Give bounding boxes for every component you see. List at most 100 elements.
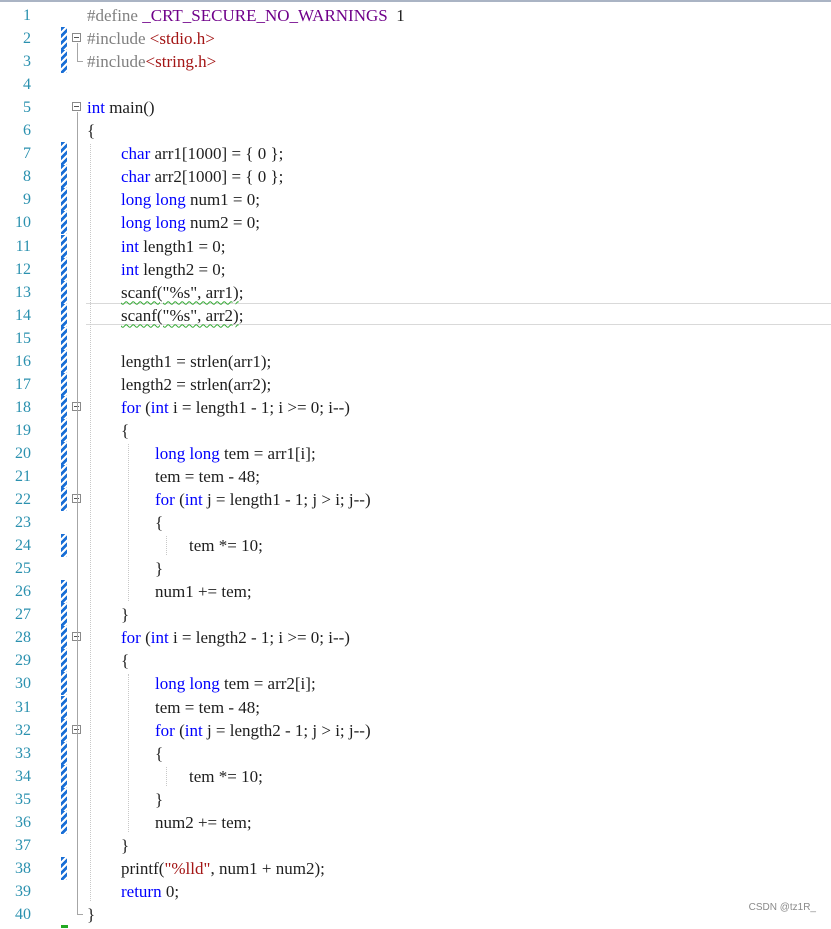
line-number: 21 <box>15 468 31 485</box>
code-token: } <box>87 835 130 855</box>
collapse-icon[interactable] <box>72 33 81 43</box>
code-line-16[interactable]: 16 length1 = strlen(arr1); <box>0 349 831 373</box>
code-line-40[interactable]: 40} <box>0 903 831 926</box>
code-token: tem = tem - 48; <box>87 697 260 717</box>
line-number: 22 <box>15 491 31 509</box>
change-marker <box>61 856 67 880</box>
code-line-31[interactable]: 31 tem = tem - 48; <box>0 695 831 719</box>
indent-guide <box>128 443 129 602</box>
code-text: tem *= 10; <box>87 766 263 787</box>
code-line-35[interactable]: 35 } <box>0 787 831 811</box>
code-token: printf( <box>87 858 165 878</box>
code-text: num2 += tem; <box>87 812 252 833</box>
change-marker <box>61 418 67 442</box>
code-text: for (int j = length1 - 1; j > i; j--) <box>87 489 371 510</box>
code-line-10[interactable]: 10 long long num2 = 0; <box>0 211 831 235</box>
code-text: } <box>87 789 163 810</box>
code-line-38[interactable]: 38 printf("%lld", num1 + num2); <box>0 856 831 880</box>
code-line-17[interactable]: 17 length2 = strlen(arr2); <box>0 372 831 396</box>
code-line-20[interactable]: 20 long long tem = arr1[i]; <box>0 441 831 465</box>
line-number: 40 <box>15 905 31 923</box>
code-line-2[interactable]: 2 #include <stdio.h> <box>0 27 831 51</box>
code-token: arr1[1000] = { 0 }; <box>150 144 284 164</box>
code-token: tem *= 10; <box>87 536 263 556</box>
change-marker <box>61 741 67 765</box>
code-line-34[interactable]: 34 tem *= 10; <box>0 764 831 788</box>
include-fold-line-end <box>77 61 83 63</box>
change-marker <box>61 280 67 304</box>
change-marker <box>61 303 67 327</box>
code-line-13[interactable]: 13 scanf("%s", arr1); <box>0 280 831 304</box>
code-token: length1 = 0; <box>138 236 226 256</box>
code-editor[interactable]: 1 #define _CRT_SECURE_NO_WARNINGS 1 2 #incl… <box>0 2 831 929</box>
code-line-15[interactable]: 15 <box>0 326 831 350</box>
code-line-19[interactable]: 19 { <box>0 418 831 442</box>
code-line-36[interactable]: 36 num2 += tem; <box>0 810 831 834</box>
collapse-icon[interactable] <box>72 102 81 112</box>
code-line-25[interactable]: 25 } <box>0 557 831 580</box>
code-line-32[interactable]: 32 for (int j = length2 - 1; j > i; j--) <box>0 718 831 742</box>
code-line-14[interactable]: 14 scanf("%s", arr2); <box>0 303 831 327</box>
code-line-24[interactable]: 24 tem *= 10; <box>0 534 831 558</box>
main-fold-line-end <box>77 913 83 915</box>
code-text: { <box>87 512 163 533</box>
code-token: j = length2 - 1; j > i; j--) <box>202 720 371 740</box>
code-token: } <box>87 904 96 924</box>
code-text: } <box>87 558 163 579</box>
change-marker <box>61 764 67 788</box>
code-line-11[interactable]: 11 int length1 = 0; <box>0 234 831 258</box>
code-line-7[interactable]: 7 char arr1[1000] = { 0 }; <box>0 142 831 166</box>
code-line-22[interactable]: 22 for (int j = length1 - 1; j > i; j--) <box>0 488 831 512</box>
code-text: } <box>87 604 129 625</box>
code-token: num2 += tem; <box>87 812 252 832</box>
line-number: 28 <box>15 629 31 647</box>
line-number: 8 <box>23 168 31 186</box>
code-text: long long tem = arr1[i]; <box>87 443 316 464</box>
line-number: 3 <box>23 53 31 71</box>
line-number: 23 <box>15 514 31 532</box>
code-line-12[interactable]: 12 int length2 = 0; <box>0 257 831 281</box>
code-text: long long tem = arr2[i]; <box>87 673 316 694</box>
line-number: 33 <box>15 744 31 762</box>
code-line-30[interactable]: 30 long long tem = arr2[i]; <box>0 672 831 696</box>
change-marker <box>61 626 67 650</box>
code-line-9[interactable]: 9 long long num1 = 0; <box>0 188 831 212</box>
code-line-28[interactable]: 28 for (int i = length2 - 1; i >= 0; i--… <box>0 626 831 650</box>
indent-guide <box>166 766 167 786</box>
code-token: #include <box>87 29 150 49</box>
code-token: ( <box>174 490 185 510</box>
code-line-27[interactable]: 27 } <box>0 603 831 627</box>
code-line-1[interactable]: 1 #define _CRT_SECURE_NO_WARNINGS 1 <box>0 4 831 27</box>
code-token: _CRT_SECURE_NO_WARNINGS <box>142 6 388 25</box>
code-line-4[interactable]: 4 <box>0 73 831 96</box>
code-line-3[interactable]: 3 #include<string.h> <box>0 50 831 74</box>
code-token: <string.h> <box>145 52 217 72</box>
line-number: 19 <box>15 421 31 439</box>
code-line-21[interactable]: 21 tem = tem - 48; <box>0 465 831 488</box>
code-line-37[interactable]: 37 } <box>0 834 831 857</box>
change-marker <box>61 441 67 465</box>
code-line-29[interactable]: 29 { <box>0 649 831 673</box>
change-marker <box>61 534 67 558</box>
code-token: length1 = strlen(arr1); <box>87 351 272 371</box>
code-token: int <box>87 98 105 118</box>
code-token: ( <box>140 628 151 648</box>
code-line-26[interactable]: 26 num1 += tem; <box>0 580 831 604</box>
code-token: for <box>121 628 141 648</box>
code-token: { <box>87 513 164 533</box>
code-line-5[interactable]: 5 int main() <box>0 96 831 119</box>
code-line-8[interactable]: 8 char arr2[1000] = { 0 }; <box>0 165 831 189</box>
code-line-18[interactable]: 18 for (int i = length1 - 1; i >= 0; i--… <box>0 395 831 419</box>
code-text: for (int i = length2 - 1; i >= 0; i--) <box>87 627 350 648</box>
change-marker <box>61 257 67 281</box>
code-line-33[interactable]: 33 { <box>0 741 831 765</box>
code-line-39[interactable]: 39 return 0; <box>0 880 831 903</box>
code-line-6[interactable]: 6{ <box>0 119 831 142</box>
code-line-23[interactable]: 23 { <box>0 511 831 534</box>
code-token: } <box>87 789 164 809</box>
code-text: #define _CRT_SECURE_NO_WARNINGS 1 <box>87 5 405 26</box>
